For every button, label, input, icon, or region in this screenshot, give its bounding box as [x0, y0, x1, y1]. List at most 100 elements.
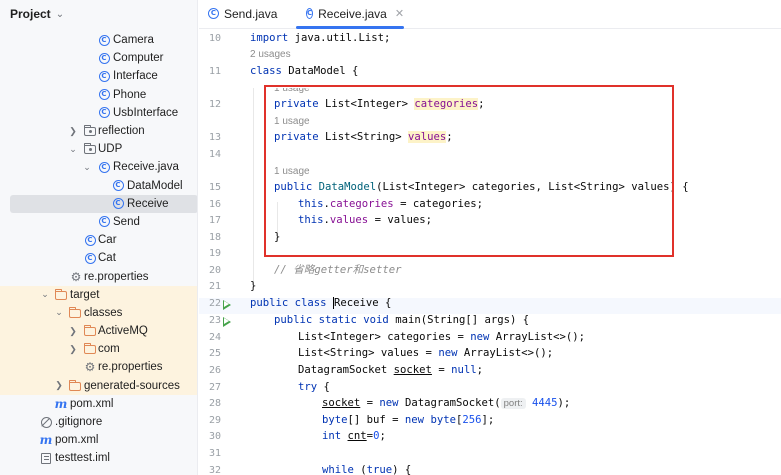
tree-item-interface[interactable]: C Interface [0, 67, 197, 85]
project-panel-header[interactable]: Project ⌄ [0, 0, 197, 28]
class-icon: C [84, 252, 96, 264]
project-tree: C Camera C Computer C Interface C Phone … [0, 31, 197, 468]
tree-item-com[interactable]: ❯ com [0, 340, 197, 359]
chevron-right-icon[interactable]: ❯ [54, 380, 64, 391]
class-icon: C [98, 52, 110, 64]
tree-item-re-properties-target[interactable]: ⚙ re.properties [0, 358, 197, 377]
line-number: 19 [208, 248, 221, 259]
tree-item-label: Interface [113, 70, 158, 83]
code-line-11: class DataModel { [250, 65, 359, 77]
tree-item-label: classes [84, 306, 123, 319]
line-number: 13 [208, 132, 221, 143]
code-line-25: List<String> values = new ArrayList<>(); [298, 347, 554, 359]
tree-item-label: .gitignore [55, 416, 103, 429]
tree-item-label: UDP [98, 143, 123, 156]
tree-item-target[interactable]: ⌄ target [0, 285, 197, 304]
code-line-21: } [250, 280, 257, 292]
code-line-26: DatagramSocket socket = null; [298, 364, 483, 376]
code-line-29: byte[] buf = new byte[256]; [322, 414, 495, 426]
tab-label: Send.java [224, 6, 278, 21]
folder-icon [83, 325, 96, 337]
tree-item-label: Camera [113, 34, 154, 47]
chevron-right-icon[interactable]: ❯ [68, 344, 78, 355]
line-number: 14 [208, 149, 221, 160]
code-line-23: public static void main(String[] args) { [274, 314, 530, 326]
tree-item-pom-inner[interactable]: m pom.xml [0, 395, 197, 413]
chevron-right-icon[interactable]: ❯ [68, 126, 78, 137]
line-number: 26 [208, 365, 221, 376]
indent-guide [253, 88, 254, 288]
tree-item-gitignore[interactable]: .gitignore [0, 413, 197, 431]
tab-receive-java[interactable]: C Receive.java ✕ [296, 0, 404, 29]
class-icon: C [98, 34, 110, 46]
usages-hint[interactable]: 2 usages [250, 49, 291, 60]
chevron-down-icon[interactable]: ⌄ [54, 307, 64, 318]
tree-item-label: re.properties [98, 361, 163, 374]
run-icon[interactable] [223, 317, 231, 327]
chevron-down-icon[interactable]: ⌄ [56, 9, 64, 20]
tree-item-generated-sources[interactable]: ❯ generated-sources [0, 376, 197, 395]
tree-item-usbinterface[interactable]: C UsbInterface [0, 104, 197, 122]
chevron-down-icon[interactable]: ⌄ [68, 144, 78, 155]
line-number: 25 [208, 348, 221, 359]
line-number: 12 [208, 99, 221, 110]
tree-item-receive[interactable]: C Receive [10, 194, 197, 213]
tree-item-receive-java[interactable]: ⌄ C Receive.java [0, 158, 197, 176]
tree-item-udp[interactable]: ⌄ UDP [0, 140, 197, 158]
line-number: 21 [208, 281, 221, 292]
tree-item-label: Computer [113, 52, 164, 65]
line-number: 27 [208, 382, 221, 393]
line-number: 30 [208, 431, 221, 442]
tree-item-label: DataModel [127, 179, 183, 192]
code-line-30: int cnt=0; [322, 430, 386, 442]
tree-item-camera[interactable]: C Camera [0, 31, 197, 49]
chevron-down-icon[interactable]: ⌄ [40, 289, 50, 300]
tree-item-re-properties[interactable]: ⚙ re.properties [0, 267, 197, 285]
tree-item-label: Receive.java [113, 161, 179, 174]
tree-item-send[interactable]: C Send [0, 213, 197, 231]
tree-item-phone[interactable]: C Phone [0, 86, 197, 104]
tree-item-label: generated-sources [84, 379, 180, 392]
tree-item-activemq[interactable]: ❯ ActiveMQ [0, 322, 197, 341]
editor-tab-bar: C Send.java C Receive.java ✕ [199, 0, 781, 29]
tree-item-reflection[interactable]: ❯ reflection [0, 122, 197, 140]
code-line-27: try { [298, 381, 330, 393]
tab-send-java[interactable]: C Send.java [208, 0, 296, 28]
code-line-28: socket = new DatagramSocket(port: 4445); [322, 397, 571, 409]
tree-item-label: Send [113, 215, 140, 228]
tree-item-computer[interactable]: C Computer [0, 49, 197, 67]
tree-item-classes[interactable]: ⌄ classes [0, 303, 197, 322]
line-number: 28 [208, 398, 221, 409]
tree-item-datamodel[interactable]: C DataModel [0, 177, 197, 195]
tree-item-car[interactable]: C Car [0, 231, 197, 249]
line-number: 29 [208, 415, 221, 426]
code-line-20: // 省略getter和setter [274, 264, 402, 276]
chevron-down-icon[interactable]: ⌄ [82, 162, 92, 173]
line-number: 31 [208, 448, 221, 459]
tree-item-cat[interactable]: C Cat [0, 249, 197, 267]
folder-icon [83, 343, 96, 355]
run-icon[interactable] [223, 300, 231, 310]
folder-icon [68, 379, 81, 392]
class-icon: C [112, 180, 124, 192]
folder-icon [68, 306, 81, 319]
class-icon: C [98, 216, 110, 228]
code-line-22: public class Receive { [250, 297, 392, 309]
chevron-right-icon[interactable]: ❯ [68, 326, 78, 337]
tab-label: Receive.java [318, 6, 387, 21]
tree-item-testtest-iml[interactable]: testtest.iml [0, 449, 197, 467]
close-icon[interactable]: ✕ [395, 7, 404, 20]
tree-item-label: target [70, 288, 100, 301]
package-icon [83, 143, 96, 155]
tree-item-pom[interactable]: m pom.xml [0, 431, 197, 449]
maven-icon: m [54, 396, 68, 411]
tree-item-label: re.properties [84, 270, 149, 283]
code-line-24: List<Integer> categories = new ArrayList… [298, 331, 586, 343]
tree-item-label: testtest.iml [55, 452, 110, 465]
code-line-32: while (true) { [322, 464, 412, 475]
code-line-10: import java.util.List; [250, 32, 391, 44]
tree-item-label: pom.xml [55, 434, 99, 447]
tree-item-label: reflection [98, 125, 145, 138]
tree-item-label: ActiveMQ [98, 325, 148, 338]
class-icon: C [306, 8, 314, 19]
